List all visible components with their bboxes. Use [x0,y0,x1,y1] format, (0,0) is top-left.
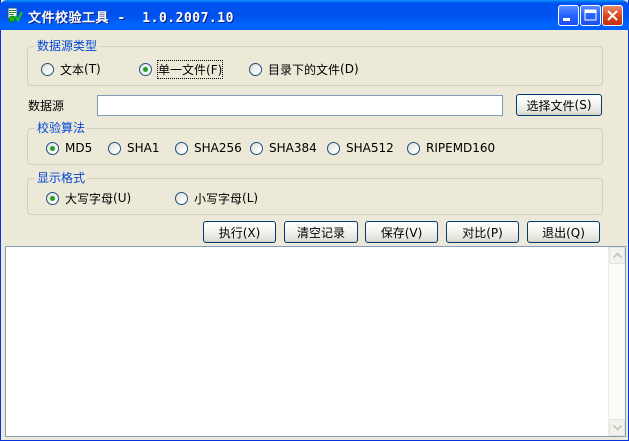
radio-lowercase[interactable]: 小写字母 (L) [175,190,258,206]
radio-text-label: 文本 [60,62,85,77]
app-icon [7,7,23,23]
radio-ripemd160[interactable]: RIPEMD160 [407,140,495,156]
save-button[interactable]: 保存(V) [365,221,438,243]
maximize-button[interactable] [580,5,601,26]
clear-log-button[interactable]: 清空记录 [284,221,358,243]
exit-button[interactable]: 退出(Q) [527,221,600,243]
radio-directory-files-label: 目录下的文件 [268,62,341,77]
radio-sha256[interactable]: SHA256 [175,140,242,156]
radio-single-file-label: 单一文件 [158,62,207,77]
radio-sha384-label: SHA384 [269,141,317,155]
app-window: 文件校验工具 - 1.0.2007.10 数据源类型 文本 (T) 单一文件(F… [0,0,629,441]
source-label: 数据源 [28,99,65,113]
radio-sha1-label: SHA1 [127,141,160,155]
radio-text-circle[interactable] [41,62,54,76]
format-title: 显示格式 [35,171,88,185]
radio-sha512-label: SHA512 [346,141,394,155]
radio-single-file-text: 单一文件(F) [156,59,224,79]
radio-ripemd160-circle[interactable] [407,141,420,155]
radio-uppercase-circle[interactable] [46,191,59,205]
radio-md5-label: MD5 [65,141,93,155]
choose-file-accel: (S) [574,98,592,112]
minimize-button[interactable] [558,5,579,26]
minimize-icon [563,18,570,21]
scroll-down-button[interactable] [609,419,625,436]
radio-directory-files[interactable]: 目录下的文件 (D) [249,61,359,77]
radio-sha1-circle[interactable] [108,141,121,155]
radio-sha256-label: SHA256 [194,141,242,155]
radio-directory-files-accel: (D) [340,62,359,76]
radio-text-accel: (T) [84,62,101,76]
radio-sha384-circle[interactable] [250,141,263,155]
compare-button[interactable]: 对比(P) [446,221,519,243]
choose-file-label: 选择文件 [526,98,575,113]
radio-sha256-circle[interactable] [175,141,188,155]
radio-uppercase-accel: (U) [113,191,132,205]
close-button[interactable] [602,5,623,26]
radio-single-file[interactable]: 单一文件(F) [139,59,224,79]
title-bar[interactable]: 文件校验工具 - 1.0.2007.10 [0,0,629,30]
arrow-down-icon [613,424,622,431]
radio-uppercase-label: 大写字母 [65,191,114,206]
choose-file-button[interactable]: 选择文件 (S) [516,94,602,116]
arrow-up-icon [613,252,622,259]
radio-lowercase-accel: (L) [242,191,259,205]
scroll-up-button[interactable] [609,247,625,264]
radio-ripemd160-label: RIPEMD160 [426,141,496,155]
execute-button[interactable]: 执行(X) [203,221,276,243]
vertical-scrollbar[interactable] [608,247,625,436]
radio-single-file-circle[interactable] [139,62,152,76]
window-title: 文件校验工具 - 1.0.2007.10 [28,11,234,26]
radio-sha384[interactable]: SHA384 [250,140,317,156]
radio-sha512[interactable]: SHA512 [327,140,394,156]
output-textarea[interactable] [5,246,626,437]
radio-sha512-circle[interactable] [327,141,340,155]
close-icon [607,10,618,21]
radio-directory-files-circle[interactable] [249,62,262,76]
radio-sha1[interactable]: SHA1 [108,140,159,156]
maximize-icon [584,9,597,21]
source-path-input[interactable] [97,95,503,116]
radio-md5-circle[interactable] [46,141,59,155]
radio-md5[interactable]: MD5 [46,140,92,156]
source-type-title: 数据源类型 [35,39,100,53]
radio-single-file-accel: (F) [206,62,223,77]
radio-lowercase-circle[interactable] [175,191,188,205]
radio-uppercase[interactable]: 大写字母 (U) [46,190,131,206]
radio-lowercase-label: 小写字母 [194,191,243,206]
algorithm-title: 校验算法 [35,121,88,135]
radio-text[interactable]: 文本 (T) [41,61,101,77]
